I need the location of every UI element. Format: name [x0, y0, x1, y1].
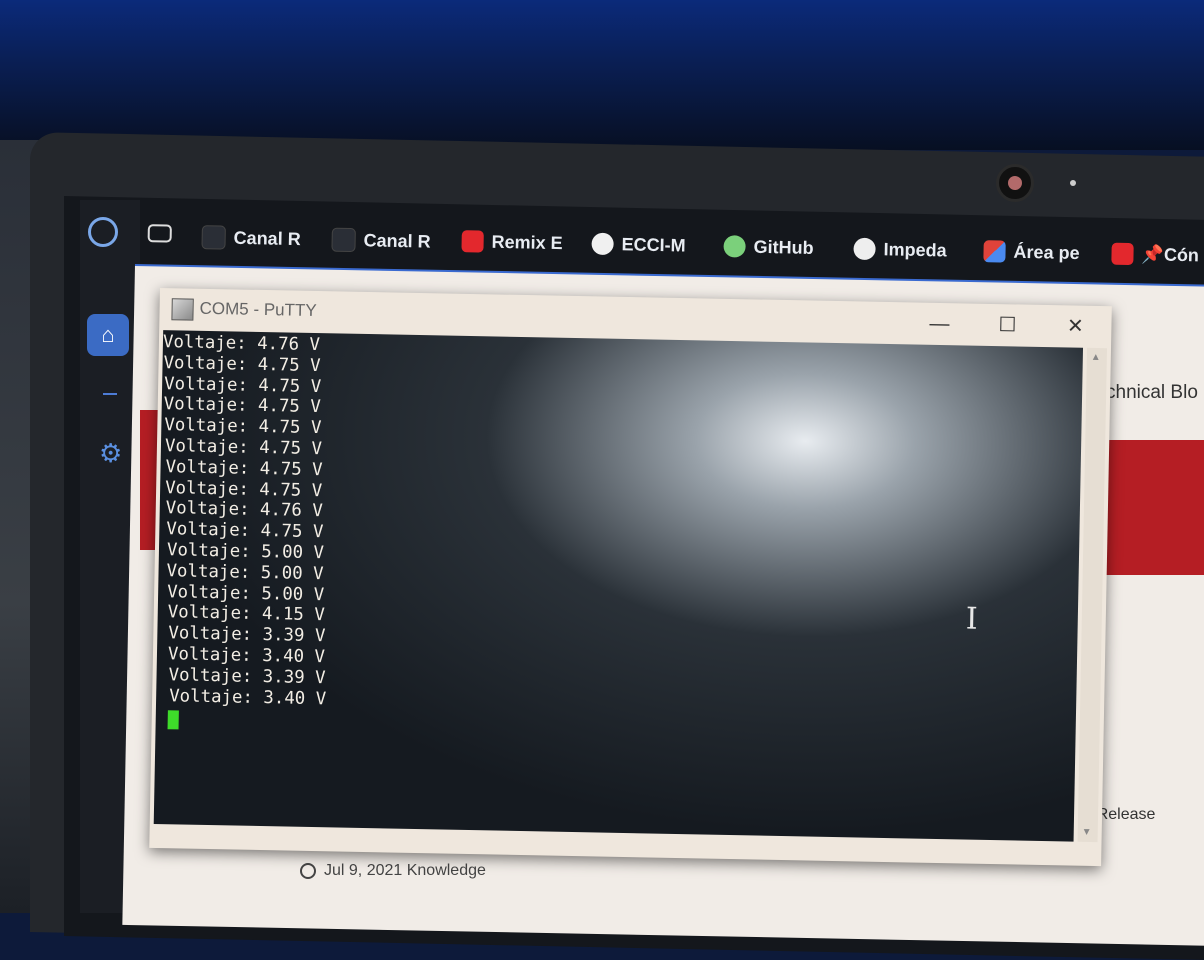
terminal-line: Voltaje: 5.00 V	[166, 540, 325, 564]
terminal-cursor	[167, 710, 179, 730]
home-icon: ⌂	[101, 322, 115, 347]
youtube-icon	[1111, 242, 1134, 266]
terminal-line: Voltaje: 3.40 V	[167, 644, 326, 668]
webcam-led-icon	[1070, 180, 1076, 186]
tab-impeda[interactable]: Impeda	[853, 237, 947, 262]
tab-github[interactable]: GitHub	[723, 235, 814, 259]
terminal-lines: Voltaje: 4.76 V Voltaje: 4.75 V Voltaje: 4…	[156, 332, 333, 710]
scrollbar[interactable]: ▲ ▼	[1077, 347, 1108, 843]
vr-icon	[147, 224, 172, 243]
terminal-line: Voltaje: 4.76 V	[162, 332, 321, 356]
sidebar-divider	[103, 393, 117, 395]
terminal-line: Voltaje: 3.39 V	[168, 664, 326, 688]
minimize-button[interactable]: —	[919, 309, 960, 340]
tab-label: 📌Cón	[1141, 243, 1200, 265]
tab-label: Área pe	[1013, 241, 1080, 263]
terminal-line: Voltaje: 4.75 V	[164, 436, 323, 460]
clock-icon	[300, 863, 316, 879]
scroll-down-icon[interactable]: ▼	[1082, 827, 1092, 838]
tab-vr[interactable]	[147, 224, 172, 243]
maximize-button[interactable]: ☐	[987, 310, 1028, 341]
tab-label: Remix E	[491, 231, 563, 253]
post-date: Jul 9, 2021 Knowledge	[324, 862, 486, 879]
gear-icon[interactable]: ⚙	[99, 438, 122, 469]
home-button[interactable]: ⌂	[87, 314, 129, 356]
openai-icon	[853, 237, 876, 261]
terminal-line: Voltaje: 5.00 V	[166, 560, 324, 584]
tab-con[interactable]: 📌Cón	[1111, 242, 1200, 267]
tab-label: GitHub	[753, 236, 814, 258]
tab-label: Canal R	[233, 227, 301, 249]
putty-icon	[171, 298, 194, 321]
background-top	[0, 0, 1204, 150]
tab-canal-1[interactable]: Canal R	[201, 225, 301, 251]
tab-label: Canal R	[363, 229, 431, 252]
github-icon	[591, 232, 614, 256]
video-icon	[201, 225, 226, 250]
terminal-line: Voltaje: 3.40 V	[168, 685, 327, 709]
blog-heading: chnical Blo	[1106, 382, 1198, 403]
video-icon	[331, 227, 356, 253]
tab-area[interactable]: Área pe	[983, 240, 1080, 264]
github-icon	[723, 235, 746, 258]
tab-label: ECCI-M	[621, 233, 686, 255]
youtube-icon	[461, 230, 484, 253]
close-button[interactable]: ✕	[1055, 311, 1096, 342]
webcam-icon	[996, 164, 1034, 202]
tab-label: Impeda	[883, 238, 947, 260]
terminal-line: Voltaje: 4.75 V	[165, 456, 323, 480]
terminal-line: Voltaje: 4.75 V	[163, 352, 321, 376]
tab-ecci[interactable]: ECCI-M	[591, 232, 686, 257]
text-cursor-icon: I	[965, 601, 978, 637]
tab-remix[interactable]: Remix E	[461, 230, 563, 254]
scroll-up-icon[interactable]: ▲	[1091, 352, 1101, 363]
terminal-output[interactable]: Voltaje: 4.76 V Voltaje: 4.75 V Voltaje: 4…	[153, 330, 1084, 842]
window-title: COM5 - PuTTY	[199, 298, 317, 321]
tab-canal-2[interactable]: Canal R	[331, 227, 431, 254]
opera-logo-icon[interactable]	[88, 217, 118, 247]
area-icon	[983, 240, 1006, 263]
putty-window[interactable]: COM5 - PuTTY — ☐ ✕ Voltaje: 4.76 V Voltaj…	[149, 288, 1112, 867]
post-meta: Jul 9, 2021 Knowledge	[300, 862, 486, 880]
